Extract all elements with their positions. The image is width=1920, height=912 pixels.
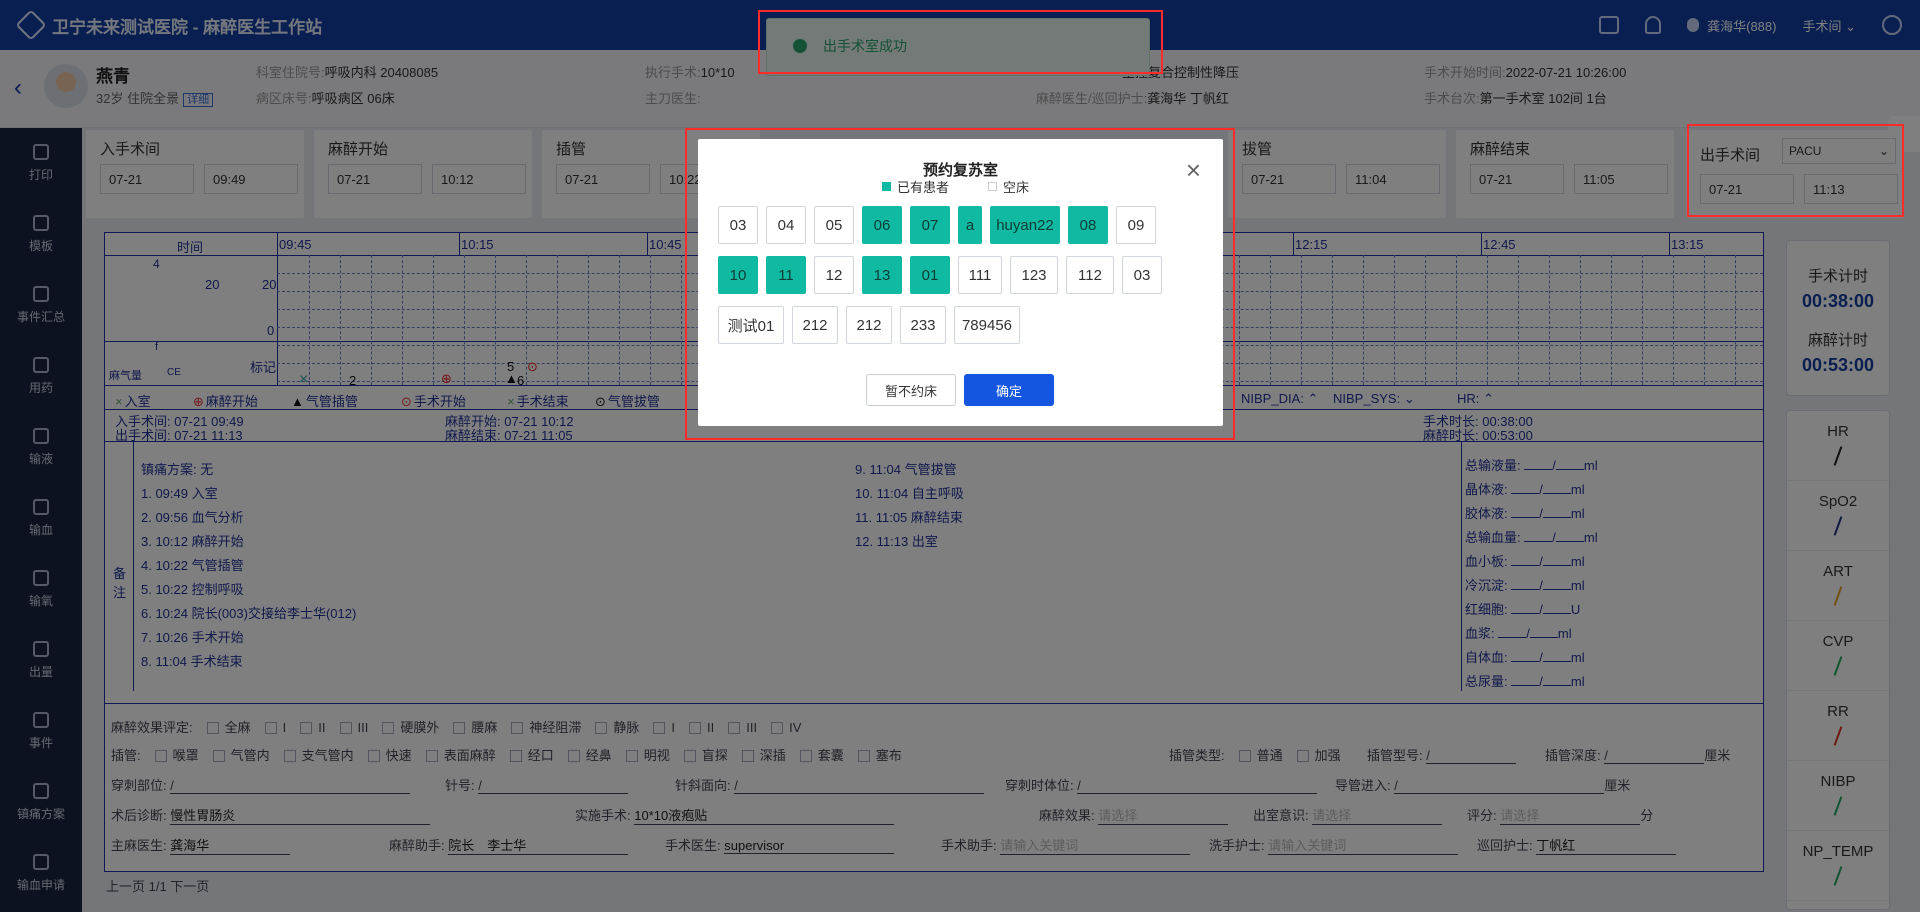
highlight-box-dialog [685,128,1235,440]
highlight-box-out-room [1687,124,1904,217]
highlight-box-toast [758,10,1163,74]
